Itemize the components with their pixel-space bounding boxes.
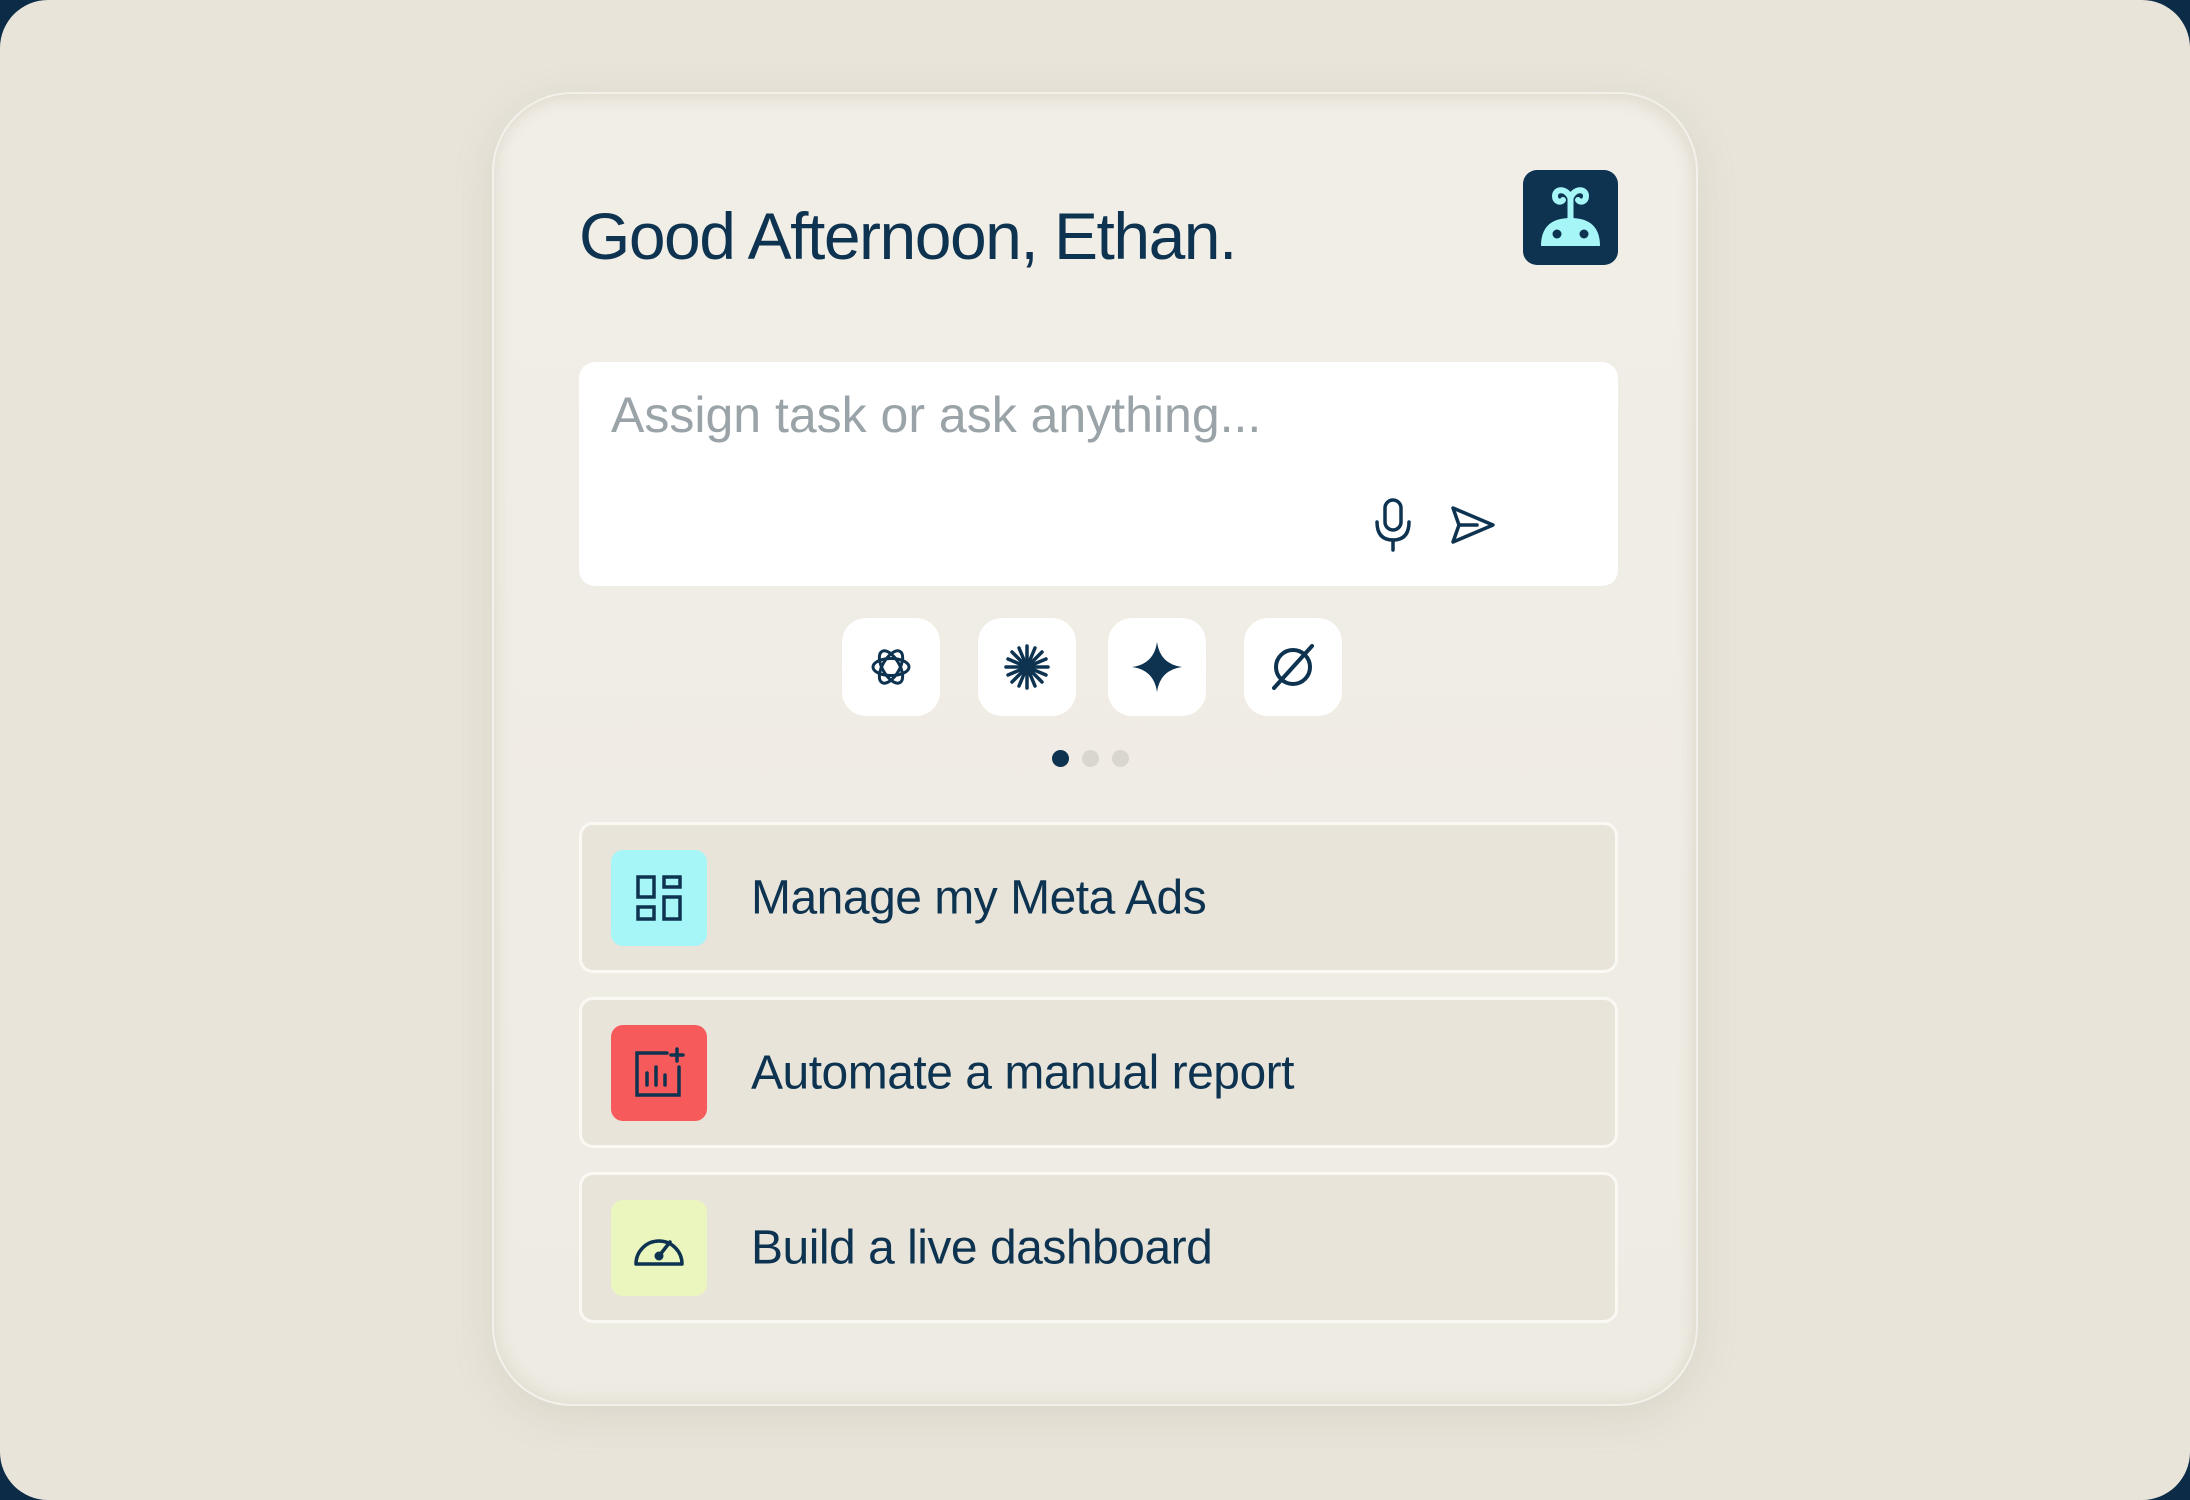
task-input[interactable] xyxy=(611,380,1571,450)
task-input-box xyxy=(579,362,1618,586)
send-icon[interactable] xyxy=(1447,500,1499,550)
greeting-heading: Good Afternoon, Ethan. xyxy=(579,199,1237,273)
suggestion-label: Automate a manual report xyxy=(751,1046,1294,1099)
pagination-dot[interactable] xyxy=(1112,750,1129,767)
suggestion-automate-report[interactable]: Automate a manual report xyxy=(579,997,1618,1148)
speedometer-icon xyxy=(611,1200,707,1296)
app-frame: Good Afternoon, Ethan. Assign task or as… xyxy=(0,0,2190,1500)
suggestion-label: Manage my Meta Ads xyxy=(751,871,1207,924)
pagination-dot[interactable] xyxy=(1082,750,1099,767)
openai-icon[interactable] xyxy=(842,618,940,716)
bar-chart-add-icon xyxy=(611,1025,707,1121)
whale-bot-icon[interactable] xyxy=(1523,170,1618,265)
carousel-pagination xyxy=(1052,750,1142,770)
suggestion-manage-meta-ads[interactable]: Manage my Meta Ads xyxy=(579,822,1618,973)
pagination-dot-active[interactable] xyxy=(1052,750,1069,767)
slashed-circle-icon[interactable] xyxy=(1244,618,1342,716)
microphone-icon[interactable] xyxy=(1369,496,1417,554)
sparkle-star-icon[interactable] xyxy=(1108,618,1206,716)
suggestion-build-dashboard[interactable]: Build a live dashboard xyxy=(579,1172,1618,1323)
assistant-card: Good Afternoon, Ethan. Assign task or as… xyxy=(492,92,1698,1406)
suggestion-label: Build a live dashboard xyxy=(751,1221,1213,1274)
asterisk-burst-icon[interactable] xyxy=(978,618,1076,716)
dashboard-grid-icon xyxy=(611,850,707,946)
